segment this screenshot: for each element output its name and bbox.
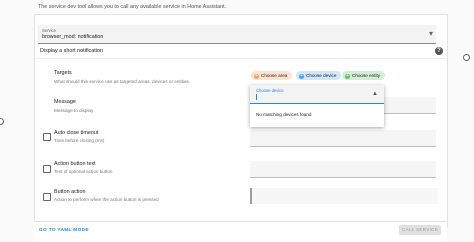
chevron-down-icon[interactable]: ▾ <box>429 30 433 38</box>
no-devices-message: No matching devices found <box>256 112 312 117</box>
service-select[interactable]: Service browser_mod: notification ▾ <box>38 25 436 44</box>
card-footer: GO TO YAML MODE CALL SERVICE <box>34 221 446 242</box>
choose-device-dropdown: Choose device ▲ No matching devices foun… <box>250 85 384 127</box>
text-caret <box>256 94 257 100</box>
message-label: Message <box>54 99 76 105</box>
choose-entity-chip[interactable]: + Choose entity <box>342 71 386 80</box>
service-description-row: Display a short notification ? <box>34 45 446 59</box>
caret-up-icon[interactable]: ▲ <box>372 90 378 98</box>
action-text-input[interactable] <box>250 161 436 178</box>
device-search-label: Choose device <box>256 88 284 93</box>
call-service-button[interactable]: CALL SERVICE <box>399 225 441 235</box>
message-sublabel: Message to display <box>54 108 94 113</box>
targets-sublabel: What should this service use as targeted… <box>54 79 191 84</box>
service-select-label: Service <box>42 28 56 33</box>
button-action-editor[interactable] <box>250 188 438 204</box>
auto-close-input[interactable] <box>250 130 436 147</box>
plus-icon: + <box>299 73 304 79</box>
intro-text: The service dev tool allows you to call … <box>38 4 227 10</box>
choose-device-label: Choose device <box>306 73 337 78</box>
message-input[interactable] <box>384 97 436 114</box>
service-select-value: browser_mod: notification <box>42 34 104 40</box>
button-action-label: Button action <box>54 189 86 195</box>
plus-icon: + <box>345 73 350 79</box>
choose-entity-label: Choose entity <box>352 73 381 78</box>
action-text-label: Action button text <box>54 161 96 167</box>
plus-icon: + <box>254 73 259 79</box>
yaml-mode-button[interactable]: GO TO YAML MODE <box>39 228 89 233</box>
auto-close-label: Auto close timeout <box>54 130 99 136</box>
choose-area-label: Choose area <box>261 73 288 78</box>
auto-close-sublabel: Time before closing (ms) <box>54 138 105 143</box>
action-text-sublabel: Text of optional action button <box>54 169 113 174</box>
choose-device-chip[interactable]: + Choose device <box>296 71 342 80</box>
side-edge-handle <box>0 118 4 125</box>
targets-label: Targets <box>54 70 72 76</box>
action-text-checkbox[interactable] <box>43 165 51 173</box>
choose-area-chip[interactable]: + Choose area <box>251 71 293 80</box>
auto-close-checkbox[interactable] <box>43 133 51 141</box>
service-description: Display a short notification <box>40 48 103 54</box>
help-icon[interactable]: ? <box>435 47 443 55</box>
button-action-sublabel: Action to perform when the action button… <box>54 197 159 202</box>
button-action-checkbox[interactable] <box>43 193 51 201</box>
device-search-input[interactable]: Choose device ▲ <box>250 85 384 104</box>
side-edge-handle-right <box>463 54 470 61</box>
